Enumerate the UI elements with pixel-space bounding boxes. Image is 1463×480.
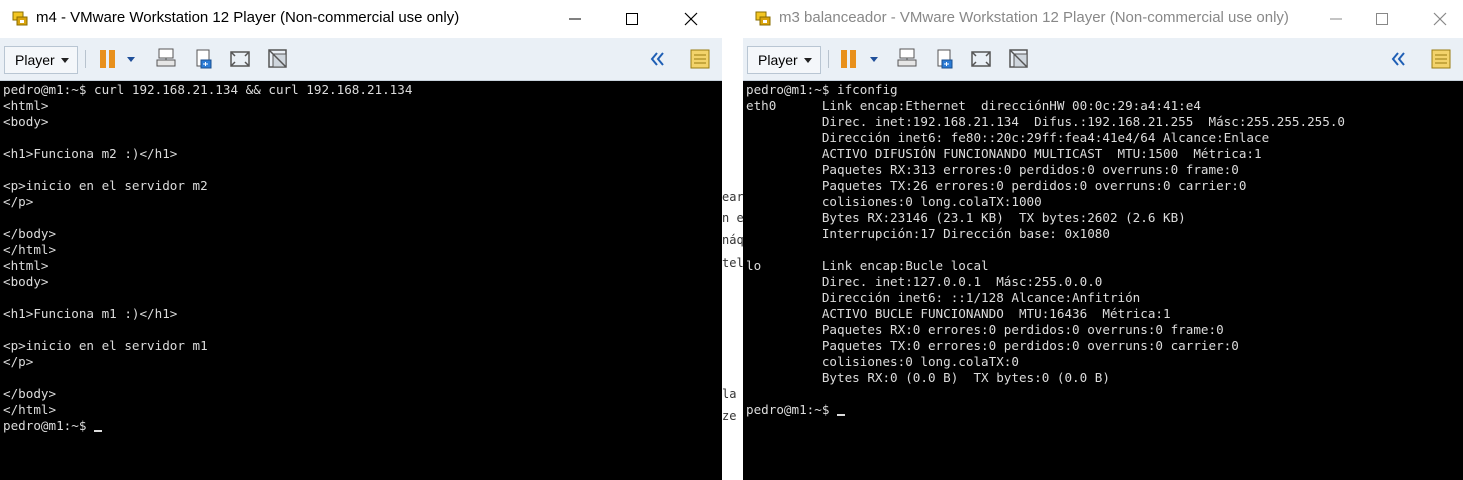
minimize-button[interactable] bbox=[552, 0, 598, 38]
background-text-fragment: n e bbox=[722, 211, 743, 225]
pause-icon[interactable] bbox=[96, 47, 120, 71]
unity-icon[interactable] bbox=[266, 47, 290, 71]
console-line: Interrupción:17 Dirección base: 0x1080 bbox=[746, 226, 1110, 241]
chevron-down-icon bbox=[60, 57, 69, 63]
toolbar: Player bbox=[743, 38, 1463, 81]
vmware-player-icon bbox=[12, 11, 28, 26]
maximize-button[interactable] bbox=[1359, 0, 1405, 38]
network-devices-icon[interactable] bbox=[895, 47, 919, 71]
console-line: Paquetes TX:0 errores:0 perdidos:0 overr… bbox=[746, 338, 1239, 353]
console-prompt-line: pedro@m1:~$ bbox=[746, 402, 845, 418]
title-bar[interactable]: m4 - VMware Workstation 12 Player (Non-c… bbox=[0, 0, 722, 39]
console-line: ACTIVO DIFUSIÓN FUNCIONANDO MULTICAST MT… bbox=[746, 146, 1262, 161]
player-menu-button[interactable]: Player bbox=[747, 46, 821, 74]
console-line: Direc. inet:192.168.21.134 Difus.:192.16… bbox=[746, 114, 1345, 129]
console-line: <p>inicio en el servidor m2 bbox=[3, 178, 208, 193]
background-text-fragment: tel bbox=[722, 256, 743, 270]
window-title: m4 - VMware Workstation 12 Player (Non-c… bbox=[36, 9, 460, 26]
chevron-down-icon[interactable] bbox=[867, 47, 881, 71]
console-line: pedro@m1:~$ curl 192.168.21.134 && curl … bbox=[3, 82, 413, 97]
maximize-icon bbox=[626, 13, 638, 25]
console-line: <body> bbox=[3, 114, 49, 129]
background-text-fragment: ze bbox=[722, 409, 737, 423]
console-prompt-line: pedro@m1:~$ bbox=[3, 418, 102, 434]
window-title: m3 balanceador - VMware Workstation 12 P… bbox=[779, 9, 1289, 26]
console-line: Dirección inet6: ::1/128 Alcance:Anfitri… bbox=[746, 290, 1141, 305]
vm-console[interactable]: pedro@m1:~$ curl 192.168.21.134 && curl … bbox=[0, 81, 722, 480]
console-line: colisiones:0 long.colaTX:1000 bbox=[746, 194, 1042, 209]
fullscreen-icon[interactable] bbox=[969, 47, 993, 71]
chevron-down-icon bbox=[803, 57, 812, 63]
console-line: Paquetes TX:26 errores:0 perdidos:0 over… bbox=[746, 178, 1247, 193]
close-icon bbox=[1433, 12, 1447, 26]
vm-console[interactable]: pedro@m1:~$ ifconfig eth0 Link encap:Ethe… bbox=[743, 81, 1463, 480]
console-line: Paquetes RX:0 errores:0 perdidos:0 overr… bbox=[746, 322, 1224, 337]
console-prompt: pedro@m1:~$ bbox=[746, 402, 837, 417]
console-line: colisiones:0 long.colaTX:0 bbox=[746, 354, 1019, 369]
console-line: </p> bbox=[3, 194, 34, 209]
console-line: Dirección inet6: fe80::20c:29ff:fea4:41e… bbox=[746, 130, 1270, 145]
console-line: ACTIVO BUCLE FUNCIONANDO MTU:16436 Métri… bbox=[746, 306, 1171, 321]
vm-window-m3-balanceador: m3 balanceador - VMware Workstation 12 P… bbox=[743, 0, 1463, 480]
background-text-fragment: la bbox=[722, 387, 737, 401]
vm-window-m4: m4 - VMware Workstation 12 Player (Non-c… bbox=[0, 0, 722, 480]
title-bar[interactable]: m3 balanceador - VMware Workstation 12 P… bbox=[743, 0, 1463, 39]
unity-icon[interactable] bbox=[1007, 47, 1031, 71]
toolbar-separator bbox=[85, 50, 86, 68]
maximize-icon bbox=[1376, 13, 1388, 25]
close-icon bbox=[684, 12, 698, 26]
console-line: eth0 Link encap:Ethernet direcciónHW 00:… bbox=[746, 98, 1201, 113]
background-window-fragment: ear n e náq tel la ze bbox=[722, 0, 743, 480]
double-chevron-left-icon[interactable] bbox=[648, 47, 666, 71]
double-chevron-left-icon[interactable] bbox=[1389, 47, 1407, 71]
console-line: Paquetes RX:313 errores:0 perdidos:0 ove… bbox=[746, 162, 1239, 177]
player-menu-label: Player bbox=[15, 52, 55, 68]
network-devices-icon[interactable] bbox=[154, 47, 178, 71]
minimize-icon bbox=[1330, 18, 1342, 20]
console-line: <h1>Funciona m2 :)</h1> bbox=[3, 146, 178, 161]
background-text-fragment: ear bbox=[722, 190, 743, 204]
library-icon[interactable] bbox=[1429, 47, 1453, 71]
player-menu-button[interactable]: Player bbox=[4, 46, 78, 74]
console-prompt: pedro@m1:~$ bbox=[3, 418, 94, 433]
console-line: </html> bbox=[3, 402, 57, 417]
console-line: Bytes RX:0 (0.0 B) TX bytes:0 (0.0 B) bbox=[746, 370, 1110, 385]
console-line: <p>inicio en el servidor m1 bbox=[3, 338, 208, 353]
console-line: <html> bbox=[3, 258, 49, 273]
console-line: Direc. inet:127.0.0.1 Másc:255.0.0.0 bbox=[746, 274, 1103, 289]
fullscreen-icon[interactable] bbox=[228, 47, 252, 71]
console-line: </html> bbox=[3, 242, 57, 257]
chevron-down-icon[interactable] bbox=[124, 47, 138, 71]
toolbar: Player bbox=[0, 38, 722, 81]
close-button[interactable] bbox=[668, 0, 714, 38]
console-line: Bytes RX:23146 (23.1 KB) TX bytes:2602 (… bbox=[746, 210, 1186, 225]
minimize-icon bbox=[569, 18, 581, 20]
text-cursor bbox=[837, 414, 845, 416]
console-line: </body> bbox=[3, 386, 57, 401]
player-menu-label: Player bbox=[758, 52, 798, 68]
text-cursor bbox=[94, 430, 102, 432]
console-line: lo Link encap:Bucle local bbox=[746, 258, 989, 273]
pause-icon[interactable] bbox=[837, 47, 861, 71]
console-line: pedro@m1:~$ ifconfig bbox=[746, 82, 898, 97]
minimize-button[interactable] bbox=[1313, 0, 1359, 38]
removable-devices-icon[interactable] bbox=[933, 47, 957, 71]
close-button[interactable] bbox=[1417, 0, 1463, 38]
console-line: <html> bbox=[3, 98, 49, 113]
maximize-button[interactable] bbox=[609, 0, 655, 38]
vmware-player-icon bbox=[755, 11, 771, 26]
console-line: </p> bbox=[3, 354, 34, 369]
background-text-fragment: náq bbox=[722, 233, 743, 247]
library-icon[interactable] bbox=[688, 47, 712, 71]
console-line: </body> bbox=[3, 226, 57, 241]
removable-devices-icon[interactable] bbox=[192, 47, 216, 71]
console-line: <body> bbox=[3, 274, 49, 289]
console-line: <h1>Funciona m1 :)</h1> bbox=[3, 306, 178, 321]
toolbar-separator bbox=[828, 50, 829, 68]
